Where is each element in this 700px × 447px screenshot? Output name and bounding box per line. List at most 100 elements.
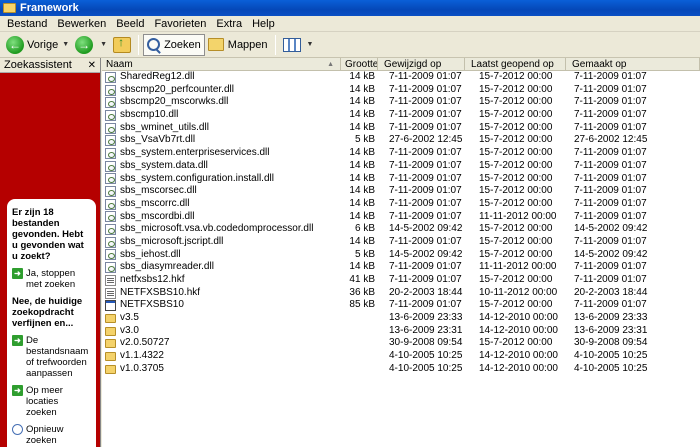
window-title: Framework [20,2,79,14]
file-row[interactable]: sbscmp20_perfcounter.dll 14 kB 7-11-2009 0… [102,84,700,97]
file-name: v3.5 [120,312,139,324]
file-opened: 11-11-2012 00:00 [479,261,557,273]
forward-button[interactable]: → ▼ [72,34,110,56]
result-question: Er zijn 18 bestanden gevonden. Hebt u ge… [12,207,84,262]
column-header-name[interactable]: Naam ▲ [102,58,341,71]
file-size: 5 kB [354,134,375,146]
file-name: netfxsbs12.hkf [120,274,185,285]
menu-bewerken[interactable]: Bewerken [52,18,111,30]
file-row[interactable]: sbs_microsoft.vsa.vb.codedomprocessor.dl… [102,223,700,236]
file-opened: 15-7-2012 00:00 [479,274,553,285]
file-list[interactable]: Naam ▲ Grootte Gewijzigd op Laatst geope… [102,58,700,447]
chevron-down-icon[interactable]: ▼ [100,41,107,48]
folders-label: Mappen [227,38,268,51]
file-row[interactable]: sbscmp10.dll 14 kB 7-11-2009 01:07 15-7-201… [102,109,700,122]
file-row[interactable]: SharedReg12.dll 14 kB 7-11-2009 01:07 15-7-… [102,71,700,84]
file-name: sbs_mscorsec.dll [120,185,197,197]
file-name-cell: sbs_mscordbi.dll [102,211,341,224]
chevron-down-icon[interactable]: ▼ [307,41,314,48]
file-name: sbs_diasymreader.dll [120,261,214,273]
chevron-down-icon[interactable]: ▼ [62,41,69,48]
dll-file-icon [105,147,116,159]
dll-file-icon [105,249,116,261]
file-row[interactable]: NETFXSBS10 85 kB 7-11-2009 01:07 15-7-2012 … [102,299,700,312]
file-created: 4-10-2005 10:25 [574,350,648,362]
file-row[interactable]: sbs_diasymreader.dll 14 kB 7-11-2009 01:07… [102,261,700,274]
file-modified: 7-11-2009 01:07 [389,172,462,184]
file-size [341,350,378,363]
file-name: sbs_wminet_utils.dll [120,121,209,133]
views-button[interactable]: ▼ [280,34,317,56]
back-button[interactable]: ← Vorige ▼ [3,34,72,56]
dll-file-icon [105,122,116,134]
file-modified: 20-2-2003 18:44 [389,286,463,298]
file-created: 13-6-2009 23:31 [574,324,648,336]
file-opened: 15-7-2012 00:00 [479,71,553,82]
file-row[interactable]: sbs_iehost.dll 5 kB 14-5-2002 09:42 15-7-20… [102,249,700,262]
file-opened: 15-7-2012 00:00 [479,96,553,108]
text-file-icon [105,287,116,299]
file-size: 14 kB [349,71,375,82]
file-row[interactable]: v2.0.50727 30-9-2008 09:54 15-7-2012 00:00… [102,337,700,350]
new-search-option[interactable]: Opnieuw zoeken [12,424,91,446]
column-header-modified[interactable]: Gewijzigd op [378,58,465,71]
file-row[interactable]: sbs_mscorrc.dll 14 kB 7-11-2009 01:07 15-7-… [102,198,700,211]
dll-file-icon [105,84,116,96]
file-size: 14 kB [349,109,375,121]
file-opened: 15-7-2012 00:00 [479,134,553,146]
file-row[interactable]: sbscmp20_mscorwks.dll 14 kB 7-11-2009 01:0… [102,96,700,109]
file-row[interactable]: sbs_mscordbi.dll 14 kB 7-11-2009 01:07 11-1… [102,211,700,224]
close-icon[interactable]: ✕ [88,60,100,71]
file-name-cell: sbs_diasymreader.dll [102,261,341,274]
dll-file-icon [105,198,116,210]
folders-button[interactable]: Mappen [205,34,271,56]
folder-icon [105,339,116,349]
file-name-cell: v1.1.4322 [102,350,341,363]
file-row[interactable]: sbs_mscorsec.dll 14 kB 7-11-2009 01:07 15-7… [102,185,700,198]
file-size [341,337,378,350]
column-header-opened[interactable]: Laatst geopend op [465,58,566,71]
file-row[interactable]: sbs_system.enterpriseservices.dll 14 kB 7-… [102,147,700,160]
file-name: sbs_system.configuration.install.dll [120,172,274,184]
file-name-cell: sbs_microsoft.jscript.dll [102,236,341,249]
file-created: 7-11-2009 01:07 [574,261,647,273]
folder-icon [105,313,116,323]
search-icon [147,38,161,51]
file-row[interactable]: NETFXSBS10.hkf 36 kB 20-2-2003 18:44 10-11-… [102,287,700,300]
file-modified: 7-11-2009 01:07 [389,299,462,311]
column-header-row: Naam ▲ Grootte Gewijzigd op Laatst geope… [102,58,700,71]
up-folder-button[interactable] [110,34,134,56]
menu-favorieten[interactable]: Favorieten [149,18,211,30]
file-row[interactable]: v1.1.4322 4-10-2005 10:25 14-12-2010 00:00… [102,350,700,363]
file-row[interactable]: sbs_wminet_utils.dll 14 kB 7-11-2009 01:07… [102,122,700,135]
file-row[interactable]: sbs_microsoft.jscript.dll 14 kB 7-11-2009 … [102,236,700,249]
file-row[interactable]: v3.0 13-6-2009 23:31 14-12-2010 00:00 13-6-… [102,325,700,338]
file-row[interactable]: sbs_system.data.dll 14 kB 7-11-2009 01:07 1… [102,160,700,173]
dll-file-icon [105,71,116,83]
stop-search-option[interactable]: ➜ Ja, stoppen met zoeken [12,268,91,290]
column-header-created[interactable]: Gemaakt op [566,58,700,71]
menu-beeld[interactable]: Beeld [111,18,149,30]
menu-bar: Bestand Bewerken Beeld Favorieten Extra … [0,16,700,32]
menu-help[interactable]: Help [247,18,280,30]
dll-file-icon [105,135,116,147]
file-row[interactable]: v3.5 13-6-2009 23:33 14-12-2010 00:00 13-6-… [102,312,700,325]
dll-file-icon [105,224,116,236]
file-row[interactable]: sbs_VsaVb7rt.dll 5 kB 27-6-2002 12:45 15-7-… [102,134,700,147]
file-name: sbs_system.enterpriseservices.dll [120,147,270,159]
file-opened: 11-11-2012 00:00 [479,210,557,222]
dll-file-icon [105,109,116,121]
file-row[interactable]: v1.0.3705 4-10-2005 10:25 14-12-2010 00:00… [102,363,700,376]
file-size: 36 kB [349,286,375,298]
menu-extra[interactable]: Extra [211,18,247,30]
more-locations-option[interactable]: ➜ Op meer locaties zoeken [12,385,91,418]
dll-file-icon [105,173,116,185]
file-row[interactable]: netfxsbs12.hkf 41 kB 7-11-2009 01:07 15-7-2… [102,274,700,287]
file-row[interactable]: sbs_system.configuration.install.dll 14 k… [102,173,700,186]
file-name-cell: sbs_system.data.dll [102,160,341,173]
menu-bestand[interactable]: Bestand [2,18,52,30]
search-button[interactable]: Zoeken [143,33,205,56]
file-created: 20-2-2003 18:44 [574,286,648,298]
column-header-size[interactable]: Grootte [341,58,378,71]
change-filename-option[interactable]: ➜ De bestandsnaam of trefwoorden aanpass… [12,335,91,379]
